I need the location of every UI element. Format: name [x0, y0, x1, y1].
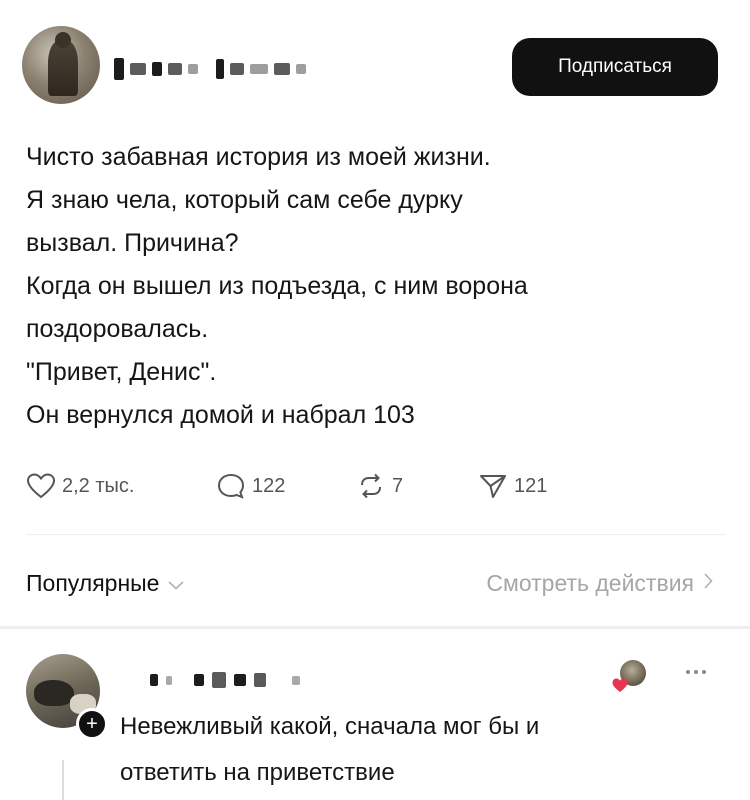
- post-text-line: Я знаю чела, который сам себе дурку: [26, 186, 463, 214]
- redacted-block: [188, 64, 198, 74]
- share-button[interactable]: 121: [478, 466, 547, 506]
- more-options-button[interactable]: [676, 662, 716, 682]
- redacted-block: [292, 675, 300, 685]
- comments-toolbar: Популярные Смотреть действия: [26, 560, 726, 606]
- send-icon: [478, 472, 508, 500]
- redacted-block: [194, 674, 204, 686]
- redacted-block: [230, 63, 244, 75]
- comment-text-line: ответить на приветствие: [120, 759, 395, 786]
- post-text-line: Он вернулся домой и набрал 103: [26, 401, 415, 429]
- plus-icon: +: [86, 713, 98, 735]
- post-stats: 2,2 тыс. 122 7 121: [26, 466, 726, 506]
- avatar-figure-head: [55, 32, 71, 48]
- redacted-block: [152, 62, 162, 76]
- repost-count: 7: [392, 474, 404, 497]
- author-name-redacted[interactable]: [114, 58, 306, 80]
- comment-count: 122: [252, 474, 286, 497]
- comment-button[interactable]: 122: [216, 466, 285, 506]
- repost-icon: [356, 472, 386, 500]
- reply-thread-line: [62, 760, 64, 800]
- red-heart-icon: [612, 678, 628, 698]
- follow-commenter-button[interactable]: +: [76, 708, 108, 740]
- subscribe-button[interactable]: Подписаться: [512, 38, 718, 96]
- sort-label: Популярные: [26, 569, 160, 596]
- redacted-block: [166, 675, 172, 685]
- post-text-line: Когда он вышел из подъезда, с ним ворона: [26, 272, 528, 300]
- avatar-figure: [48, 40, 78, 96]
- redacted-block: [168, 63, 182, 75]
- author-avatar[interactable]: [22, 26, 100, 104]
- share-count: 121: [514, 474, 548, 497]
- chevron-down-icon: [167, 570, 185, 597]
- comment-item: + Невежливый какой, сначала мог бы и отв…: [0, 640, 750, 800]
- redacted-block: [212, 672, 226, 688]
- redacted-block: [150, 674, 158, 686]
- view-actions-link[interactable]: Смотреть действия: [486, 560, 714, 606]
- sort-dropdown[interactable]: Популярные: [26, 560, 185, 606]
- dot: [694, 670, 698, 674]
- redacted-block: [296, 64, 306, 74]
- commenter-name-redacted[interactable]: [150, 670, 300, 690]
- dot: [702, 670, 706, 674]
- redacted-block: [254, 673, 266, 687]
- redacted-block: [216, 59, 224, 79]
- redacted-block: [130, 63, 146, 75]
- redacted-block: [274, 63, 290, 75]
- like-count: 2,2 тыс.: [62, 474, 135, 497]
- post-text-line: "Привет, Денис".: [26, 358, 217, 386]
- post-text-line: поздоровалась.: [26, 315, 209, 343]
- post-header: Подписаться: [0, 0, 750, 120]
- section-divider: [0, 626, 750, 629]
- repost-button[interactable]: 7: [356, 466, 403, 506]
- avatar-animal: [34, 680, 74, 706]
- redacted-block: [234, 674, 246, 686]
- comment-text-line: Невежливый какой, сначала мог бы и: [120, 713, 540, 740]
- comment-text: Невежливый какой, сначала мог бы и ответ…: [120, 704, 720, 796]
- comment-bubble-icon: [216, 472, 246, 500]
- like-button[interactable]: 2,2 тыс.: [26, 466, 134, 506]
- redacted-block: [114, 58, 124, 80]
- heart-icon: [26, 472, 56, 500]
- post-text: Чисто забавная история из моей жизни. Я …: [26, 136, 726, 437]
- chevron-right-icon: [702, 570, 714, 597]
- redacted-block: [250, 64, 268, 74]
- author-liked-badge: [608, 656, 654, 702]
- post-text-line: вызвал. Причина?: [26, 229, 239, 257]
- view-actions-label: Смотреть действия: [486, 569, 694, 596]
- post-text-line: Чисто забавная история из моей жизни.: [26, 143, 491, 171]
- dot: [686, 670, 690, 674]
- divider: [26, 534, 726, 535]
